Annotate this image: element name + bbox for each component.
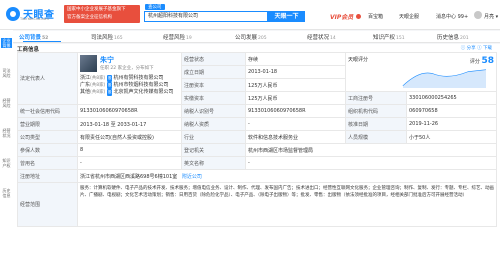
search-input[interactable]: 杭州超阳科技有限公司 xyxy=(144,11,268,22)
vip-icon xyxy=(356,14,361,19)
nav-messages[interactable]: 消息中心 99+ xyxy=(436,13,468,20)
approval-label: 核准日期 xyxy=(345,117,407,131)
status-label: 经营状态 xyxy=(181,52,246,66)
established-label: 成立日期 xyxy=(181,65,246,79)
staff-label: 人员规模 xyxy=(345,130,407,144)
rep-label-cell: 法定代表人 xyxy=(17,52,78,105)
eye-logo-icon xyxy=(6,6,20,21)
nav-toolbox[interactable]: 百宝箱 xyxy=(368,13,383,20)
reg-capital-value: 125万人民币 xyxy=(245,78,346,92)
tab-background[interactable]: 公司背景52 xyxy=(19,33,61,42)
score-chart xyxy=(402,69,487,88)
rep-avatar[interactable] xyxy=(80,55,97,72)
address-label: 注册地址 xyxy=(17,169,78,183)
tab-operations[interactable]: 经营状况14 xyxy=(307,33,336,41)
org-code-value: 060970658 xyxy=(406,104,497,118)
type-value: 有限责任公司(自然人投资或控股) xyxy=(77,130,182,144)
paid-capital-label: 实缴资本 xyxy=(181,91,246,105)
section-actions[interactable]: ⓘ 分享 ⓘ 下载 xyxy=(461,45,492,51)
credit-code-value: 91330106060970658R xyxy=(77,104,182,118)
tab-judicial[interactable]: 司法风险165 xyxy=(91,33,123,41)
side-item-judicial[interactable]: 司法风险 xyxy=(1,68,12,78)
business-info-table: 法定代表人 朱宁 任职 22 家企业，分布如下 浙江(共8家) 股杭州有赞科技有… xyxy=(17,52,497,227)
side-item-operations[interactable]: 经营状况 xyxy=(1,128,12,138)
reg-capital-label: 注册资本 xyxy=(181,78,246,92)
side-item-background[interactable]: 企业背景 xyxy=(1,38,12,48)
side-item-risk[interactable]: 经营风险 xyxy=(1,98,12,108)
rep-cell: 朱宁 任职 22 家企业，分布如下 浙江(共8家) 股杭州有赞科技有限公司 广东… xyxy=(77,52,182,105)
side-item-ip[interactable]: 知识产权 xyxy=(1,158,12,168)
english-name-label: 英文名称 xyxy=(181,156,246,170)
promo-banner[interactable]: 国家中小企业发展子基金旗下 官方备案企业征信机构 xyxy=(64,5,140,23)
nav-vip[interactable]: VIP会员 xyxy=(330,12,353,21)
type-label: 公司类型 xyxy=(17,130,78,144)
scope-value: 服务：计算机软硬件、电子产品的技术开发、技术服务；增值电信业务、设计、制作、代理… xyxy=(77,182,497,227)
authority-value: 杭州市西湖区市场监督管理局 xyxy=(245,143,497,157)
promo-line-2: 官方备案企业征信机构 xyxy=(67,15,112,20)
approval-value: 2019-11-26 xyxy=(406,117,497,131)
staff-value: 小于50人 xyxy=(406,130,497,144)
side-item-history[interactable]: 历史信息 xyxy=(1,188,12,198)
search-button[interactable]: 天眼一下 xyxy=(268,11,305,22)
promo-line-1: 国家中小企业发展子基金旗下 xyxy=(67,7,126,12)
search-tab-company[interactable]: 查公司 xyxy=(145,4,165,10)
user-avatar[interactable] xyxy=(474,11,482,19)
english-name-value: - xyxy=(245,156,497,170)
side-nav: 企业背景 司法风险 经营风险 经营状况 知识产权 历史信息 xyxy=(0,30,13,259)
score-label: 天眼评分 xyxy=(348,57,369,63)
insured-value: 8 xyxy=(77,143,182,157)
former-name-label: 曾用名 xyxy=(17,156,78,170)
established-value: 2013-01-18 xyxy=(245,65,346,79)
nav-enterprise-service[interactable]: 天眼企服 xyxy=(399,13,419,20)
active-tab-indicator xyxy=(23,40,61,42)
status-value: 存续 xyxy=(245,52,346,66)
rep-badge: 股 xyxy=(106,82,113,89)
score-value: 58 xyxy=(481,56,494,66)
org-code-label: 组织机构代码 xyxy=(345,104,407,118)
former-name-value: - xyxy=(77,156,182,170)
business-reg-label: 工商注册号 xyxy=(345,91,407,105)
top-header: 天眼查 TianYanCha.com 国家中小企业发展子基金旗下 官方备案企业征… xyxy=(0,0,500,30)
term-label: 营业期限 xyxy=(17,117,78,131)
industry-label: 行业 xyxy=(181,130,246,144)
rep-summary: 任职 22 家企业，分布如下 xyxy=(100,66,154,71)
rep-role-row[interactable]: 广东(共8家) 股杭州市牧烟科技有限公司 xyxy=(80,82,179,89)
rep-badge: 股 xyxy=(106,75,113,82)
rep-badge: 股 xyxy=(106,89,113,96)
tab-ip[interactable]: 知识产权151 xyxy=(373,33,405,41)
taxpayer-qual-value: - xyxy=(245,117,346,131)
company-tabs: 公司背景52 司法风险165 经营风险19 公司发展205 经营状况14 知识产… xyxy=(13,31,500,43)
rep-role-row[interactable]: 浙江(共8家) 股杭州有赞科技有限公司 xyxy=(80,75,179,82)
rep-role-row[interactable]: 其他(共8家) 股北京凯声文化传媒有限公司 xyxy=(80,89,179,96)
logo-subtitle: TianYanCha.com xyxy=(20,17,49,21)
paid-capital-value: 125万人民币 xyxy=(245,91,346,105)
scope-label: 经营范围 xyxy=(17,182,78,227)
rep-name[interactable]: 朱宁 xyxy=(100,55,154,65)
tax-id-label: 纳税人识别号 xyxy=(181,104,246,118)
tax-id-value: 91330106060970658R xyxy=(245,104,346,118)
industry-value: 软件和信息技术服务业 xyxy=(245,130,346,144)
business-reg-value: 330106000254265 xyxy=(406,91,497,105)
authority-label: 登记机关 xyxy=(181,143,246,157)
nav-user-menu[interactable]: 月亮 ▾ xyxy=(484,13,498,20)
term-value: 2013-01-18 至 2033-01-17 xyxy=(77,117,182,131)
tab-risk[interactable]: 经营风险19 xyxy=(163,33,192,41)
score-cell[interactable]: 天眼评分 评分 58 xyxy=(345,52,497,92)
business-info-panel: 工商信息 ⓘ 分享 ⓘ 下载 法定代表人 朱宁 任职 22 家企业，分布如下 浙… xyxy=(13,44,500,259)
credit-code-label: 统一社会信用代码 xyxy=(17,104,78,118)
tab-development[interactable]: 公司发展205 xyxy=(235,33,267,41)
nearby-companies-link[interactable]: 附近公司 xyxy=(182,174,202,180)
tab-history[interactable]: 历史信息201 xyxy=(437,33,469,41)
taxpayer-qual-label: 纳税人资质 xyxy=(181,117,246,131)
insured-label: 参保人数 xyxy=(17,143,78,157)
address-value: 浙江省杭州市西湖区西溪路698号6幢101室 xyxy=(80,173,178,180)
address-cell: 浙江省杭州市西湖区西溪路698号6幢101室 附近公司 xyxy=(77,169,497,183)
